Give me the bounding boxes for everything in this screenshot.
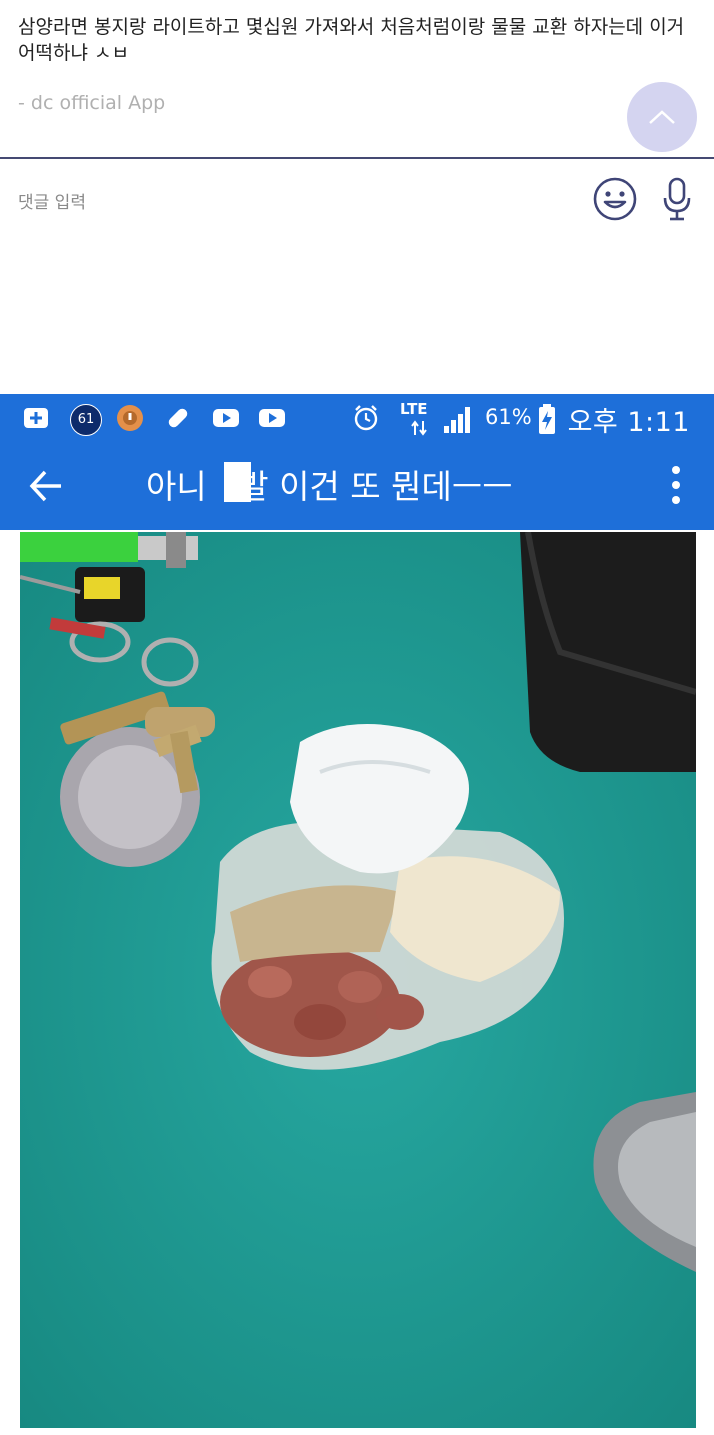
- battery-percent: 61%: [485, 405, 532, 429]
- network-label: LTE: [400, 400, 428, 418]
- divider: [0, 157, 714, 159]
- title-prefix: 아니: [146, 467, 207, 506]
- title-suffix: 발 이건 또 뭔데ㅡㅡ: [238, 467, 513, 506]
- microphone-icon[interactable]: [660, 176, 694, 222]
- embedded-screenshot: 61 LTE 61% 오후 1:11 아니 발 이건 또 뭔데ㅡㅡ: [0, 394, 714, 1435]
- youtube-icon: [259, 409, 285, 427]
- data-arrows-icon: [411, 420, 427, 436]
- status-bar: 61 LTE 61% 오후 1:11: [0, 394, 714, 442]
- app-bar: 아니 발 이건 또 뭔데ㅡㅡ: [0, 442, 714, 530]
- signal-icon: [444, 407, 470, 433]
- clock: 오후 1:11: [567, 407, 690, 438]
- app-bar-title: 아니 발 이건 또 뭔데ㅡㅡ: [146, 460, 513, 508]
- chevron-up-icon: [649, 110, 675, 124]
- scroll-top-button[interactable]: [627, 82, 697, 152]
- photo-illustration: [20, 532, 696, 1428]
- pill-icon: [168, 408, 188, 428]
- circle-alert-icon: [117, 405, 143, 431]
- smiley-icon[interactable]: [592, 176, 638, 222]
- battery-icon: [539, 404, 555, 434]
- youtube-icon: [213, 409, 239, 427]
- comment-input[interactable]: 댓글 입력: [18, 188, 86, 213]
- photo: [20, 532, 696, 1428]
- more-vertical-icon[interactable]: [664, 464, 688, 506]
- alarm-icon: [354, 405, 378, 431]
- notification-badge-icon: 61: [70, 404, 102, 436]
- plus-icon: [24, 408, 48, 428]
- post-text: 삼양라면 봉지랑 라이트하고 몇십원 가져와서 처음처럼이랑 물물 교환 하자는…: [18, 16, 685, 64]
- wallet: [520, 532, 696, 772]
- post-source: - dc official App: [18, 92, 166, 114]
- back-arrow-icon[interactable]: [28, 468, 64, 504]
- redaction-block: [224, 462, 251, 502]
